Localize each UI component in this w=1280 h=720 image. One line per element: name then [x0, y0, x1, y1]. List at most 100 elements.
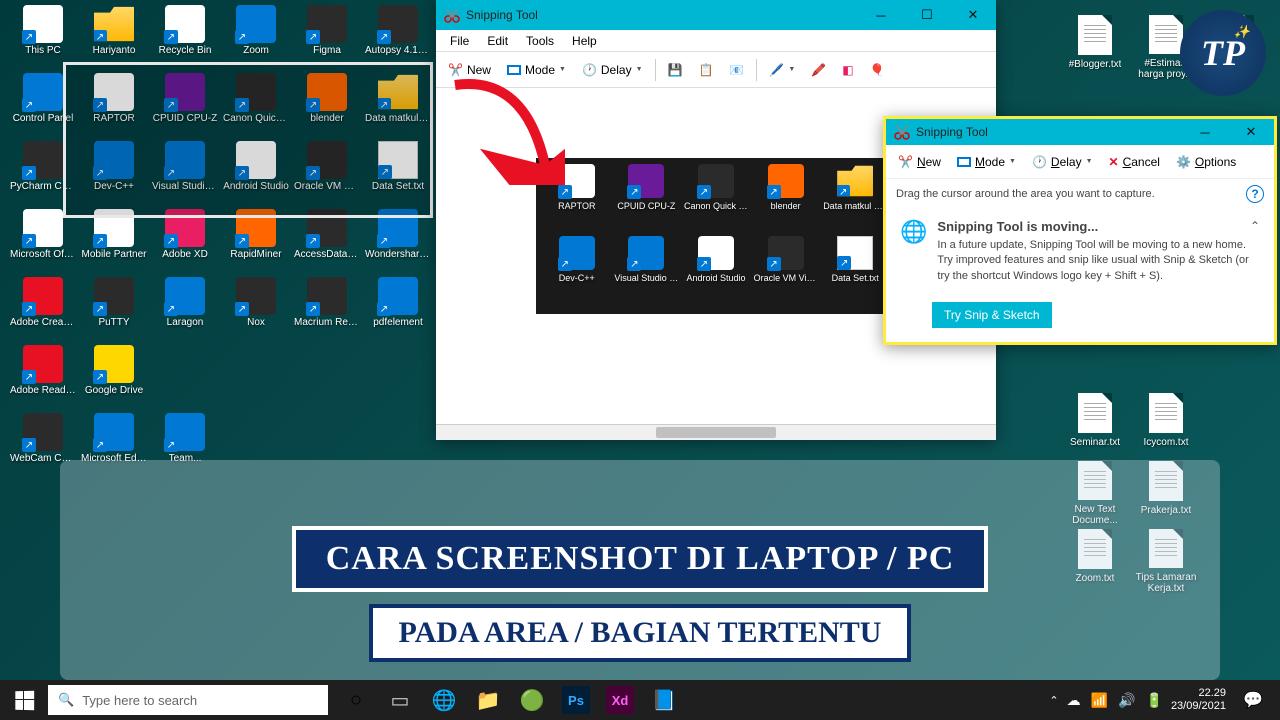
menu-file[interactable]: File — [442, 32, 477, 50]
desktop-icon[interactable]: ↗Oracle VM VirtualBox — [751, 236, 821, 308]
desktop-icon[interactable]: ↗PuTTY — [81, 277, 147, 342]
icon-label: Hariyanto — [93, 45, 136, 57]
desktop-icon[interactable]: ↗Adobe XD — [152, 209, 218, 274]
start-button[interactable] — [0, 680, 48, 720]
desktop-icon[interactable]: ↗Visual Studio Code — [612, 236, 682, 308]
desktop-icon[interactable]: ↗Autopsy 4.18.0 — [365, 5, 431, 70]
menu-edit[interactable]: Edit — [479, 32, 516, 50]
app-icon: ↗ — [23, 209, 63, 247]
shortcut-badge-icon: ↗ — [306, 30, 320, 44]
task-ps-icon[interactable]: Ps — [562, 686, 590, 714]
desktop-icon[interactable]: ↗Macrium Reflect — [294, 277, 360, 342]
app-icon: ↗ — [23, 141, 63, 179]
tray-chevron-icon[interactable]: ⌃ — [1049, 694, 1058, 707]
taskbar-search[interactable]: 🔍 Type here to search — [48, 685, 328, 715]
desktop-icon[interactable]: ↗Android Studio — [681, 236, 751, 308]
desktop-icon[interactable]: ↗Adobe Creati... — [10, 277, 76, 342]
desktop-icon[interactable]: ↗pdfelement — [365, 277, 431, 342]
shortcut-badge-icon: ↗ — [377, 30, 391, 44]
icon-label: blender — [771, 200, 801, 212]
shortcut-badge-icon: ↗ — [22, 98, 36, 112]
desktop-icon[interactable]: ↗Data matkul sudah dia... — [820, 164, 890, 236]
maximize-button[interactable]: ☐ — [904, 0, 950, 30]
pen-dropdown[interactable]: 🖊️▼ — [763, 60, 801, 80]
paint3d-button[interactable]: 🎈 — [864, 60, 891, 80]
close-button[interactable]: ✕ — [950, 0, 996, 30]
popup-new-button[interactable]: ✂️New — [892, 152, 947, 172]
clock-icon: 🕐 — [582, 63, 597, 77]
desktop-icon[interactable]: ↗Google Drive — [81, 345, 147, 410]
desktop-icon[interactable]: ↗Canon Quick Menu — [681, 164, 751, 236]
desktop-icon[interactable]: ↗Mobile Partner — [81, 209, 147, 274]
shortcut-badge-icon: ↗ — [767, 185, 781, 199]
desktop-icon[interactable]: ↗Microsoft Office Vis... — [10, 209, 76, 274]
icon-label: Adobe Creati... — [10, 317, 76, 329]
task-taskview-icon[interactable]: ▭ — [378, 680, 422, 720]
shortcut-badge-icon: ↗ — [164, 302, 178, 316]
txt-file-icon[interactable]: Icycom.txt — [1133, 393, 1199, 458]
desktop-icon[interactable]: ↗Wondershare PDFelement — [365, 209, 431, 274]
desktop-icon[interactable]: ↗Figma — [294, 5, 360, 70]
highlighter-button[interactable]: 🖍️ — [805, 60, 832, 80]
save-button[interactable]: 💾 — [662, 60, 689, 80]
shortcut-badge-icon: ↗ — [22, 438, 36, 452]
desktop-icon[interactable]: ↗RapidMiner — [223, 209, 289, 274]
taskbar-clock[interactable]: 22.29 23/09/2021 — [1171, 687, 1226, 713]
task-word-icon[interactable]: 📘 — [642, 680, 686, 720]
icon-label: Nox — [247, 317, 265, 329]
shortcut-badge-icon: ↗ — [93, 370, 107, 384]
copy-button[interactable]: 📋 — [692, 60, 719, 80]
minimize-button[interactable]: ─ — [858, 0, 904, 30]
desktop-icon[interactable]: ↗Zoom — [223, 5, 289, 70]
task-xd-icon[interactable]: Xd — [606, 686, 634, 714]
app-icon: ↗ — [307, 5, 347, 43]
app-icon: ↗ — [165, 277, 205, 315]
app-icon: ↗ — [23, 5, 63, 43]
title-banner-2: PADA AREA / BAGIAN TERTENTU — [369, 604, 912, 662]
desktop-icon[interactable]: ↗Laragon — [152, 277, 218, 342]
txt-file-icon[interactable]: #Blogger.txt — [1062, 15, 1128, 80]
shortcut-badge-icon: ↗ — [377, 302, 391, 316]
task-edge-icon[interactable]: 🌐 — [422, 680, 466, 720]
document-icon — [1149, 15, 1183, 54]
task-chrome-icon[interactable]: 🟢 — [510, 680, 554, 720]
tray-wifi-icon[interactable]: 📶 — [1091, 692, 1108, 709]
notification-icon[interactable]: 💬 — [1234, 690, 1272, 710]
app-icon: ↗ — [698, 236, 734, 270]
task-cortana-icon[interactable]: ○ — [334, 680, 378, 720]
scrollbar-thumb[interactable] — [656, 427, 776, 438]
balloon-icon: 🎈 — [870, 63, 885, 77]
menu-tools[interactable]: Tools — [518, 32, 562, 50]
snipping-titlebar[interactable]: Snipping Tool ─ ☐ ✕ — [436, 0, 996, 30]
bulb-icon: ✨ — [1234, 24, 1250, 40]
icon-label: RAPTOR — [558, 200, 595, 212]
eraser-button[interactable]: ◧ — [836, 60, 859, 80]
desktop-icon[interactable]: ↗This PC — [10, 5, 76, 70]
tray-battery-icon[interactable]: 🔋 — [1146, 692, 1163, 709]
desktop-icon[interactable]: ↗AccessData FTK Imager — [294, 209, 360, 274]
desktop-icon[interactable]: ↗blender — [751, 164, 821, 236]
desktop-icon[interactable]: ↗Dev-C++ — [542, 236, 612, 308]
tray-cloud-icon[interactable]: ☁ — [1067, 692, 1081, 709]
delay-dropdown[interactable]: 🕐Delay▼ — [576, 60, 649, 80]
desktop-icon[interactable]: ↗Data Set.txt — [820, 236, 890, 308]
shortcut-badge-icon: ↗ — [377, 234, 391, 248]
tray-volume-icon[interactable]: 🔊 — [1118, 692, 1135, 709]
desktop-icon[interactable]: ↗CPUID CPU-Z — [612, 164, 682, 236]
desktop-icon[interactable]: ↗Adobe Reader XI — [10, 345, 76, 410]
mail-button[interactable]: 📧 — [723, 60, 750, 80]
menu-help[interactable]: Help — [564, 32, 605, 50]
horizontal-scrollbar[interactable] — [436, 424, 996, 440]
popup-mode-dropdown[interactable]: Mode▼ — [951, 152, 1022, 172]
shortcut-badge-icon: ↗ — [306, 302, 320, 316]
try-snip-sketch-button[interactable]: Try Snip & Sketch — [932, 302, 1052, 328]
desktop-icon[interactable]: ↗Recycle Bin — [152, 5, 218, 70]
desktop-icon[interactable]: ↗Hariyanto — [81, 5, 147, 70]
shortcut-badge-icon: ↗ — [627, 185, 641, 199]
shortcut-badge-icon: ↗ — [836, 185, 850, 199]
shortcut-badge-icon: ↗ — [235, 302, 249, 316]
icon-label: Data matkul sudah dia... — [823, 200, 887, 212]
desktop-icon[interactable]: ↗Nox — [223, 277, 289, 342]
txt-file-icon[interactable]: Seminar.txt — [1062, 393, 1128, 458]
task-explorer-icon[interactable]: 📁 — [466, 680, 510, 720]
